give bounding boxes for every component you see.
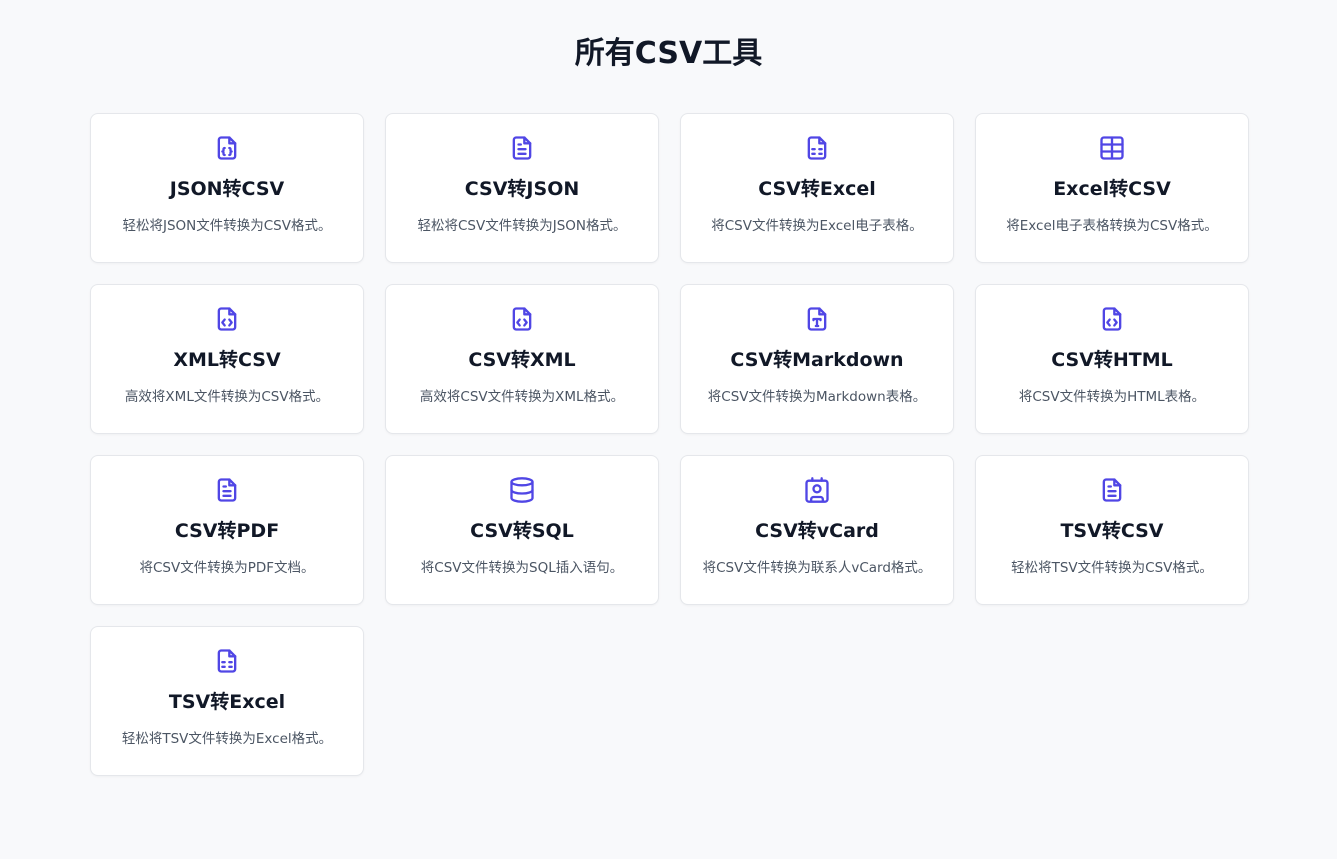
tool-card-description: 将CSV文件转换为PDF文档。	[139, 560, 315, 576]
tool-card-title: JSON转CSV	[169, 178, 285, 200]
tool-card-title: TSV转Excel	[168, 691, 286, 713]
tool-card-description: 轻松将TSV文件转换为Excel格式。	[121, 731, 333, 747]
tool-card[interactable]: CSV转JSON 轻松将CSV文件转换为JSON格式。	[385, 113, 659, 263]
file-text-icon	[508, 134, 536, 162]
tool-card-title: CSV转vCard	[755, 520, 879, 542]
tool-card[interactable]: CSV转vCard 将CSV文件转换为联系人vCard格式。	[680, 455, 954, 605]
tool-card[interactable]: Excel转CSV 将Excel电子表格转换为CSV格式。	[975, 113, 1249, 263]
tool-card-title: TSV转CSV	[1060, 520, 1164, 542]
tool-card[interactable]: TSV转Excel 轻松将TSV文件转换为Excel格式。	[90, 626, 364, 776]
tool-card-description: 轻松将TSV文件转换为CSV格式。	[1011, 560, 1213, 576]
tool-card-title: CSV转Markdown	[730, 349, 904, 371]
tool-card-description: 轻松将JSON文件转换为CSV格式。	[122, 218, 332, 234]
tool-card-description: 高效将XML文件转换为CSV格式。	[124, 389, 330, 405]
tool-grid: JSON转CSV 轻松将JSON文件转换为CSV格式。 CSV转JSON 轻松将CSV…	[90, 113, 1250, 776]
file-spreadsheet-icon	[213, 647, 241, 675]
tool-card-title: XML转CSV	[173, 349, 281, 371]
tool-card-description: 将CSV文件转换为Excel电子表格。	[711, 218, 923, 234]
tool-card-title: CSV转Excel	[758, 178, 876, 200]
tool-card[interactable]: CSV转SQL 将CSV文件转换为SQL插入语句。	[385, 455, 659, 605]
tool-card[interactable]: CSV转PDF 将CSV文件转换为PDF文档。	[90, 455, 364, 605]
tool-card-description: 高效将CSV文件转换为XML格式。	[419, 389, 625, 405]
file-json-icon	[213, 134, 241, 162]
tool-card[interactable]: CSV转Markdown 将CSV文件转换为Markdown表格。	[680, 284, 954, 434]
tool-card-description: 将CSV文件转换为SQL插入语句。	[420, 560, 624, 576]
database-icon	[508, 476, 536, 504]
tool-card-title: CSV转SQL	[470, 520, 574, 542]
file-type-icon	[803, 305, 831, 333]
tool-card[interactable]: TSV转CSV 轻松将TSV文件转换为CSV格式。	[975, 455, 1249, 605]
file-code-icon	[508, 305, 536, 333]
file-code-icon	[1098, 305, 1126, 333]
tool-card[interactable]: JSON转CSV 轻松将JSON文件转换为CSV格式。	[90, 113, 364, 263]
page-title: 所有CSV工具	[574, 36, 763, 71]
tool-card-description: 将CSV文件转换为HTML表格。	[1018, 389, 1206, 405]
file-spreadsheet-icon	[803, 134, 831, 162]
file-code-icon	[213, 305, 241, 333]
tool-card-description: 将CSV文件转换为Markdown表格。	[707, 389, 927, 405]
tool-card-description: 将Excel电子表格转换为CSV格式。	[1006, 218, 1218, 234]
tool-card[interactable]: CSV转XML 高效将CSV文件转换为XML格式。	[385, 284, 659, 434]
tool-card[interactable]: CSV转Excel 将CSV文件转换为Excel电子表格。	[680, 113, 954, 263]
tool-card-title: Excel转CSV	[1053, 178, 1171, 200]
tool-card-description: 轻松将CSV文件转换为JSON格式。	[417, 218, 627, 234]
file-text-icon	[1098, 476, 1126, 504]
tool-card-title: CSV转JSON	[464, 178, 580, 200]
file-text-icon	[213, 476, 241, 504]
contact-icon	[803, 476, 831, 504]
tool-card-title: CSV转HTML	[1051, 349, 1173, 371]
table-icon	[1098, 134, 1126, 162]
tool-card-title: CSV转PDF	[174, 520, 280, 542]
tool-card[interactable]: XML转CSV 高效将XML文件转换为CSV格式。	[90, 284, 364, 434]
tool-card-title: CSV转XML	[468, 349, 576, 371]
tool-card[interactable]: CSV转HTML 将CSV文件转换为HTML表格。	[975, 284, 1249, 434]
page: 所有CSV工具 JSON转CSV 轻松将JSON文件转换为CSV格式。 CSV转JS…	[0, 0, 1337, 859]
tool-card-description: 将CSV文件转换为联系人vCard格式。	[702, 560, 932, 576]
